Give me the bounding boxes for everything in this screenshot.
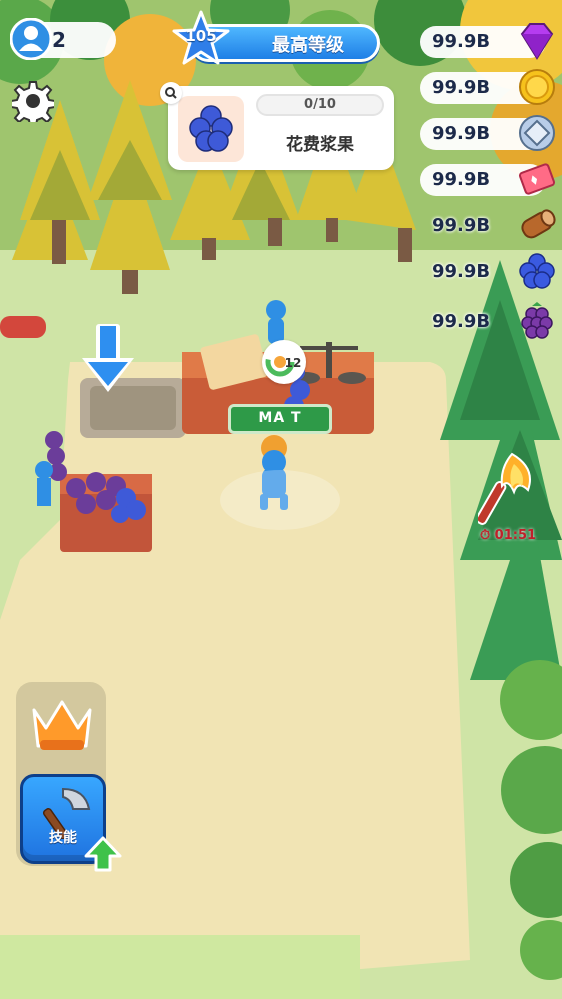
blueberry-icon — [189, 105, 233, 152]
torch-boost-icon[interactable] — [478, 450, 548, 530]
drop-arrow-icon — [82, 324, 134, 392]
level-title: 最高等级 — [272, 35, 344, 56]
timer-value: 01:51 — [494, 528, 537, 543]
resource-value: 99.9B — [432, 169, 491, 190]
task-card[interactable]: 0/10 花费浆果 — [168, 86, 394, 170]
gem-icon — [520, 23, 554, 60]
silver-coin-icon — [519, 115, 555, 151]
task-label: 花费浆果 — [286, 135, 354, 155]
resource-blueberry[interactable]: 99.9B — [420, 253, 555, 289]
market-badge-count: 12 — [284, 356, 302, 370]
coin-icon — [519, 69, 555, 105]
crown-icon[interactable] — [24, 690, 100, 762]
resource-value: 99.9B — [432, 77, 491, 98]
market-sign: MA T — [228, 404, 332, 434]
resource-value: 99.9B — [432, 31, 491, 52]
search-icon[interactable] — [160, 82, 182, 104]
resource-gem[interactable]: 99.9B — [420, 23, 554, 60]
player-icon — [10, 18, 52, 60]
resource-wood[interactable]: 99.9B — [420, 209, 556, 242]
task-image — [178, 96, 244, 162]
blackberry-icon — [521, 302, 553, 339]
resource-value: 99.9B — [432, 123, 491, 144]
resource-blackberry[interactable]: 99.9B — [420, 302, 553, 339]
level-number: 105 — [185, 27, 217, 45]
resource-value: 99.9B — [432, 215, 491, 236]
wood-log-icon — [521, 209, 556, 239]
task-progress: 0/10 — [256, 94, 384, 116]
player-count-badge[interactable]: 2 — [10, 18, 116, 60]
resource-value: 99.9B — [432, 311, 491, 332]
resource-coin[interactable]: 99.9B — [420, 69, 555, 105]
resource-silver-coin[interactable]: 99.9B — [420, 115, 555, 151]
player-count-value: 2 — [52, 28, 66, 52]
resource-ticket[interactable]: 99.9B — [420, 163, 556, 196]
torch-timer: ⏱ 01:51 — [480, 528, 536, 543]
blueberry-icon — [519, 253, 555, 289]
timer-icon: ⏱ — [480, 528, 495, 543]
upgrade-arrow-icon[interactable] — [84, 836, 122, 874]
resource-value: 99.9B — [432, 261, 491, 282]
ticket-icon — [518, 163, 556, 195]
settings-gear-icon[interactable] — [12, 80, 54, 122]
